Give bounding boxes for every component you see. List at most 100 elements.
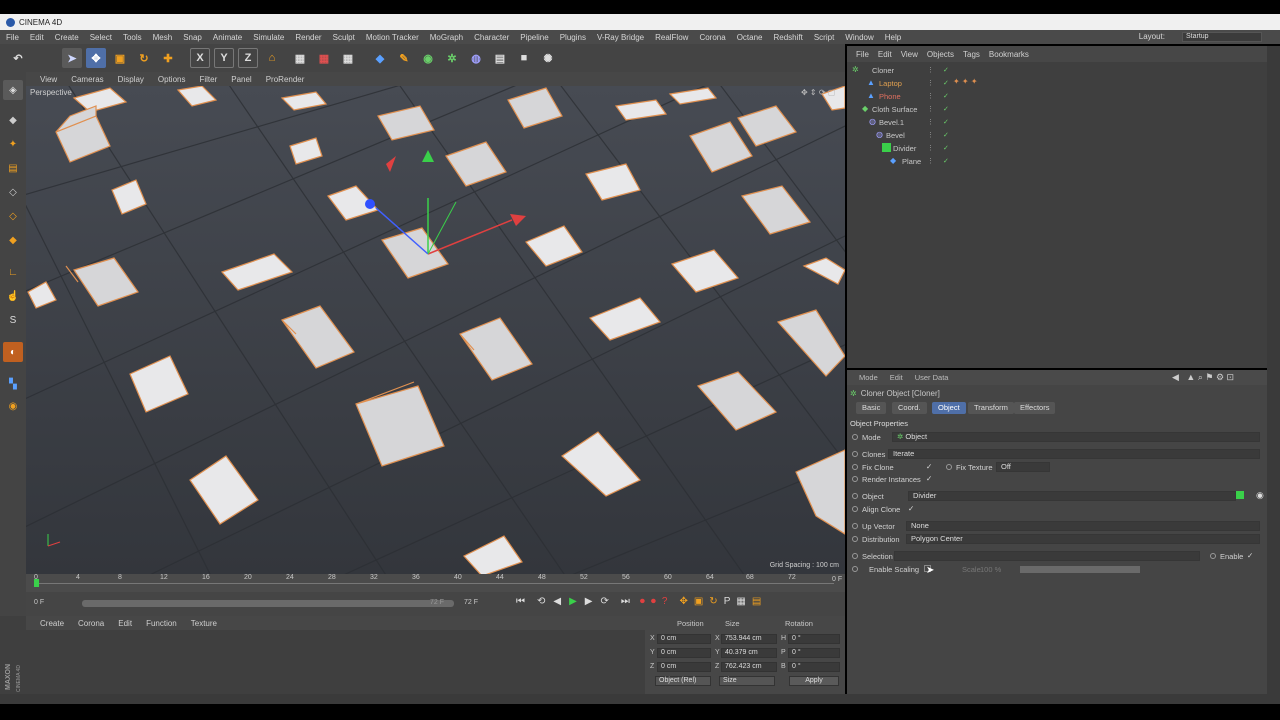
- rotation-b-field[interactable]: 0 °: [788, 662, 840, 672]
- size-z-field[interactable]: 762.423 cm: [721, 662, 777, 672]
- attr-menu-edit[interactable]: Edit: [890, 373, 903, 382]
- material-menu-function[interactable]: Function: [146, 619, 177, 628]
- menu-redshift[interactable]: Redshift: [773, 33, 802, 42]
- mode-select[interactable]: ✲ Object: [892, 432, 1260, 442]
- anim-radio-icon[interactable]: [852, 566, 858, 572]
- attr-menu-user-data[interactable]: User Data: [915, 373, 949, 382]
- anim-radio-icon[interactable]: [852, 451, 858, 457]
- points-mode-icon[interactable]: ◇: [3, 182, 23, 202]
- tab-basic[interactable]: Basic: [856, 402, 887, 414]
- menu-vray-bridge[interactable]: V-Ray Bridge: [597, 33, 644, 42]
- object-row-plane[interactable]: ◆ Plane: [847, 155, 1267, 168]
- cube-icon[interactable]: ◆: [370, 48, 390, 68]
- obj-menu-file[interactable]: File: [856, 50, 869, 59]
- menu-create[interactable]: Create: [55, 33, 79, 42]
- select-arrow-icon[interactable]: ➤: [62, 48, 82, 68]
- anim-radio-icon[interactable]: [946, 464, 952, 470]
- tag-icons[interactable]: ✦ ✦ ✦: [953, 77, 978, 86]
- rotation-key-icon[interactable]: ↻: [709, 596, 717, 607]
- fix-texture-select[interactable]: Off: [996, 462, 1050, 472]
- viewport-menu-cameras[interactable]: Cameras: [71, 75, 103, 84]
- fix-clone-checkbox[interactable]: ✓: [926, 462, 932, 471]
- material-menu-create[interactable]: Create: [40, 619, 64, 628]
- menu-snap[interactable]: Snap: [183, 33, 202, 42]
- anim-radio-icon[interactable]: [852, 553, 858, 559]
- obj-menu-objects[interactable]: Objects: [927, 50, 954, 59]
- layout-select[interactable]: Startup: [1182, 32, 1262, 42]
- align-clone-checkbox[interactable]: ✓: [908, 504, 914, 513]
- menu-motion-tracker[interactable]: Motion Tracker: [366, 33, 419, 42]
- size-mode-select[interactable]: Size: [719, 676, 775, 686]
- step-forward-icon[interactable]: ▶: [585, 596, 593, 607]
- cloner-icon[interactable]: ✲: [442, 48, 462, 68]
- tab-object[interactable]: Object: [932, 402, 966, 414]
- rotation-h-field[interactable]: 0 °: [788, 634, 840, 644]
- viewport-menu-view[interactable]: View: [40, 75, 57, 84]
- menu-script[interactable]: Script: [814, 33, 834, 42]
- material-menu-edit[interactable]: Edit: [118, 619, 132, 628]
- viewport-nav-icons[interactable]: ✥ ⇕ ⟳ ▢: [801, 88, 841, 98]
- next-key-icon[interactable]: ⟳: [601, 596, 609, 607]
- anim-radio-icon[interactable]: [852, 523, 858, 529]
- object-row-laptop[interactable]: ▲ Laptop: [847, 77, 1267, 90]
- menu-window[interactable]: Window: [845, 33, 873, 42]
- snap-icon[interactable]: S: [3, 310, 23, 330]
- timeline-playhead[interactable]: [34, 579, 39, 587]
- perspective-viewport[interactable]: Perspective Grid Spacing : 100 cm ✥ ⇕ ⟳ …: [26, 86, 845, 574]
- timeline-ruler[interactable]: 0 4 8 12 16 20 24 28 32 36 40 44 48 52 5…: [26, 574, 845, 592]
- menu-mograph[interactable]: MoGraph: [430, 33, 463, 42]
- make-editable-icon[interactable]: ◈: [3, 80, 23, 100]
- coord-mode-select[interactable]: Object (Rel): [655, 676, 711, 686]
- distribution-select[interactable]: Polygon Center: [906, 534, 1260, 544]
- solo-icon[interactable]: ▚: [3, 374, 23, 394]
- material-menu-texture[interactable]: Texture: [191, 619, 217, 628]
- anim-radio-icon[interactable]: [852, 493, 858, 499]
- z-axis-icon[interactable]: Z: [238, 48, 258, 68]
- tab-transform[interactable]: Transform: [968, 402, 1014, 414]
- viewport-menu-filter[interactable]: Filter: [199, 75, 217, 84]
- anim-radio-icon[interactable]: [852, 434, 858, 440]
- undo-icon[interactable]: ↶: [8, 48, 28, 68]
- menu-file[interactable]: File: [6, 33, 19, 42]
- position-y-field[interactable]: 0 cm: [657, 648, 711, 658]
- light-icon[interactable]: ✺: [538, 48, 558, 68]
- material-menu-corona[interactable]: Corona: [78, 619, 104, 628]
- obj-menu-tags[interactable]: Tags: [963, 50, 980, 59]
- floor-icon[interactable]: ▤: [490, 48, 510, 68]
- render-view-icon[interactable]: ▦: [290, 48, 310, 68]
- rotation-p-field[interactable]: 0 °: [788, 648, 840, 658]
- add-tool-icon[interactable]: ✚: [158, 48, 178, 68]
- anim-radio-icon[interactable]: [852, 464, 858, 470]
- tab-coord[interactable]: Coord.: [892, 402, 927, 414]
- menu-octane[interactable]: Octane: [737, 33, 763, 42]
- menu-realflow[interactable]: RealFlow: [655, 33, 688, 42]
- size-x-field[interactable]: 753.944 cm: [721, 634, 777, 644]
- anim-radio-icon[interactable]: [852, 536, 858, 542]
- coordinate-system-icon[interactable]: ⌂: [262, 48, 282, 68]
- size-y-field[interactable]: 40.379 cm: [721, 648, 777, 658]
- anim-radio-icon[interactable]: [852, 506, 858, 512]
- position-x-field[interactable]: 0 cm: [657, 634, 711, 644]
- timeline-menu-icon[interactable]: ▤: [752, 596, 761, 607]
- viewport-menu-prorender[interactable]: ProRender: [266, 75, 305, 84]
- pla-key-icon[interactable]: ▦: [736, 596, 745, 607]
- apply-button[interactable]: Apply: [789, 676, 839, 686]
- selection-field[interactable]: [894, 551, 1200, 561]
- object-row-phone[interactable]: ▲ Phone: [847, 90, 1267, 103]
- play-icon[interactable]: ▶: [569, 596, 577, 607]
- attr-nav-icons[interactable]: ◀ ▲ ⌕ ⚑ ⚙ ⊡: [1172, 372, 1234, 383]
- scale-key-icon[interactable]: ▣: [694, 596, 703, 607]
- solo-hierarchy-icon[interactable]: ◉: [3, 396, 23, 416]
- menu-edit[interactable]: Edit: [30, 33, 44, 42]
- right-panel-tabs[interactable]: [1267, 46, 1280, 694]
- object-row-divider[interactable]: Divider: [847, 142, 1267, 155]
- menu-mesh[interactable]: Mesh: [153, 33, 173, 42]
- x-axis-icon[interactable]: X: [190, 48, 210, 68]
- menu-render[interactable]: Render: [295, 33, 321, 42]
- render-instances-checkbox[interactable]: ✓: [926, 474, 932, 483]
- menu-corona[interactable]: Corona: [699, 33, 725, 42]
- object-row-cloner[interactable]: ✲ Cloner: [847, 64, 1267, 77]
- object-row-bevel1[interactable]: ◍ Bevel.1: [847, 116, 1267, 129]
- menu-pipeline[interactable]: Pipeline: [520, 33, 548, 42]
- subdivision-icon[interactable]: ◉: [418, 48, 438, 68]
